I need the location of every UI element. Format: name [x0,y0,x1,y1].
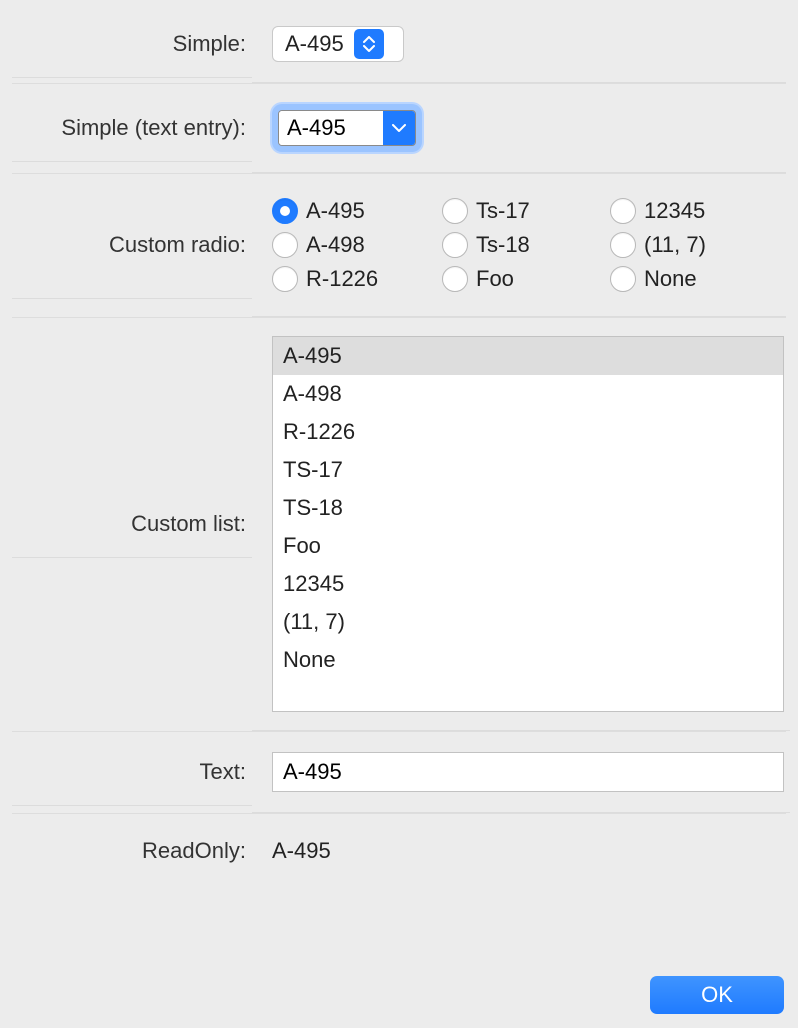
simple-dropdown-value: A-495 [285,31,352,57]
simple-combo-input[interactable] [279,111,383,145]
radio-circle-icon [272,266,298,292]
radio-circle-icon [442,232,468,258]
radio-circle-icon [442,198,468,224]
radio-option[interactable]: Ts-17 [442,198,610,224]
radio-option-label: None [644,266,697,292]
radio-option[interactable]: R-1226 [272,266,442,292]
radio-option[interactable]: A-495 [272,198,442,224]
text-input[interactable] [272,752,784,792]
label-text: Text: [12,739,252,806]
label-simple-text-entry: Simple (text entry): [12,95,252,162]
row-readonly: ReadOnly: A-495 [12,814,786,888]
list-item[interactable]: A-498 [273,375,783,413]
label-readonly: ReadOnly: [12,818,252,884]
form-container: Simple: A-495 Simple (text entry): [0,0,798,888]
readonly-value: A-495 [272,834,780,868]
radio-circle-icon [272,232,298,258]
radio-grid: A-495 Ts-17 12345 A-498 Ts-18 (11, 7) R-1226 Fo… [272,194,780,296]
label-simple: Simple: [12,11,252,78]
radio-circle-icon [610,266,636,292]
custom-listbox[interactable]: A-495A-498R-1226TS-17TS-18Foo12345(11, 7… [272,336,784,712]
radio-option[interactable]: Foo [442,266,610,292]
row-text: Text: [12,732,786,814]
list-item[interactable]: None [273,641,783,679]
radio-option-label: A-495 [306,198,365,224]
row-simple: Simple: A-495 [12,6,786,84]
radio-option[interactable]: None [610,266,778,292]
radio-circle-icon [610,198,636,224]
list-item[interactable]: 12345 [273,565,783,603]
radio-circle-icon [442,266,468,292]
radio-option-label: Ts-17 [476,198,530,224]
list-item[interactable]: TS-17 [273,451,783,489]
label-custom-radio: Custom radio: [12,192,252,299]
chevron-down-icon [392,124,406,133]
radio-option[interactable]: Ts-18 [442,232,610,258]
valcell-custom-radio: A-495 Ts-17 12345 A-498 Ts-18 (11, 7) R-1226 Fo… [252,174,786,317]
list-item[interactable]: TS-18 [273,489,783,527]
valcell-simple-text-entry [252,84,786,173]
radio-option-label: R-1226 [306,266,378,292]
valcell-custom-list: A-495A-498R-1226TS-17TS-18Foo12345(11, 7… [252,318,790,731]
valcell-readonly: A-495 [252,814,786,888]
radio-option-label: Foo [476,266,514,292]
valcell-text [252,732,790,813]
radio-option-label: A-498 [306,232,365,258]
simple-combo[interactable] [278,110,416,146]
list-item[interactable]: Foo [273,527,783,565]
row-custom-list: Custom list: A-495A-498R-1226TS-17TS-18F… [12,318,786,732]
updown-arrows-icon [354,29,384,59]
radio-circle-icon [272,198,298,224]
combo-dropdown-button[interactable] [383,111,415,145]
valcell-simple: A-495 [252,6,786,83]
radio-option-label: (11, 7) [644,232,706,258]
list-item[interactable]: A-495 [273,337,783,375]
ok-button[interactable]: OK [650,976,784,1014]
simple-dropdown[interactable]: A-495 [272,26,404,62]
row-custom-radio: Custom radio: A-495 Ts-17 12345 A-498 Ts-18 (… [12,174,786,318]
list-item[interactable]: R-1226 [273,413,783,451]
list-item[interactable]: (11, 7) [273,603,783,641]
radio-option[interactable]: 12345 [610,198,778,224]
radio-option[interactable]: A-498 [272,232,442,258]
radio-option-label: Ts-18 [476,232,530,258]
radio-option-label: 12345 [644,198,705,224]
radio-option[interactable]: (11, 7) [610,232,778,258]
label-custom-list: Custom list: [12,491,252,558]
radio-circle-icon [610,232,636,258]
row-simple-text-entry: Simple (text entry): [12,84,786,174]
combo-focus-ring [272,104,422,152]
